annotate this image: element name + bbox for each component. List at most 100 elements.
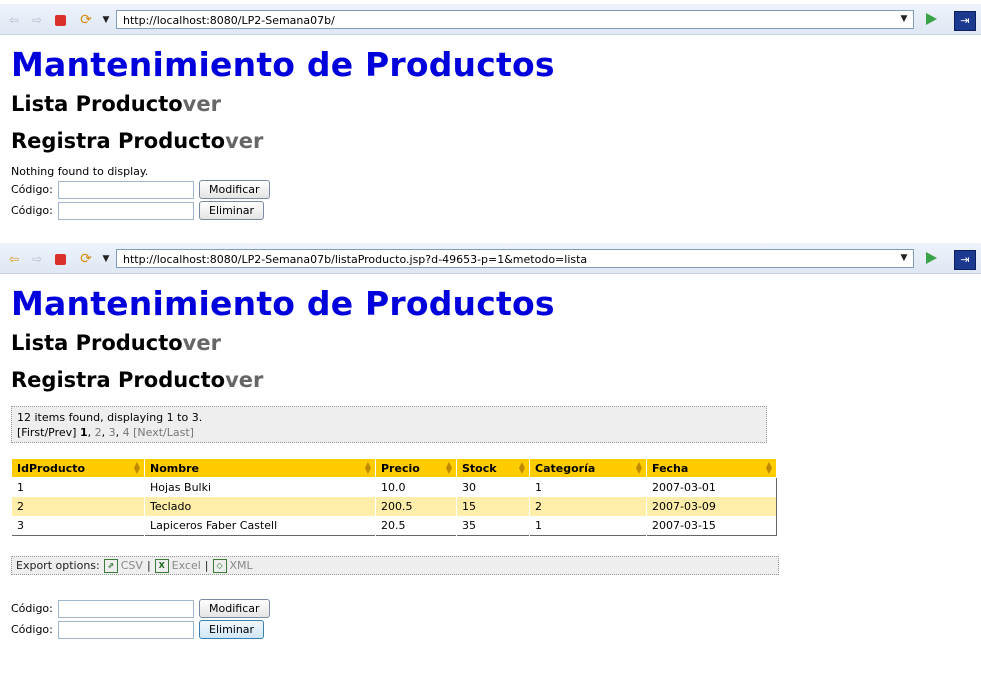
cell-fecha: 2007-03-09 xyxy=(646,497,777,516)
browser-toolbar: ⇦ ⇨ ⟳ ▼ http://localhost:8080/LP2-Semana… xyxy=(0,243,981,274)
codigo-input[interactable] xyxy=(58,180,194,199)
empty-message: Nothing found to display. xyxy=(11,165,149,178)
codigo-label: Código: xyxy=(11,183,53,196)
cell-nombre: Hojas Bulki xyxy=(144,477,376,497)
lista-producto-label: Lista Producto xyxy=(11,331,183,355)
cell-idproducto: 1 xyxy=(11,477,145,497)
table-row: 2 Teclado 200.5 15 2 2007-03-09 xyxy=(11,497,777,516)
forward-arrow-icon[interactable]: ⇨ xyxy=(30,252,44,266)
refresh-icon[interactable]: ⟳ xyxy=(79,13,93,27)
separator: | xyxy=(204,559,209,572)
page-link[interactable]: 4 xyxy=(123,426,130,439)
cell-fecha: 2007-03-15 xyxy=(646,516,777,536)
url-dropdown-icon[interactable]: ▼ xyxy=(897,252,911,265)
table-row: 1 Hojas Bulki 10.0 30 1 2007-03-01 xyxy=(11,477,777,497)
cell-categoria: 1 xyxy=(529,477,647,497)
eliminar-button[interactable]: Eliminar xyxy=(199,620,265,639)
modificar-button[interactable]: Modificar xyxy=(199,180,270,199)
csv-file-icon: ⇗ xyxy=(103,558,118,573)
chevron-down-icon[interactable]: ▼ xyxy=(99,252,113,266)
go-icon[interactable] xyxy=(926,252,937,264)
modificar-button[interactable]: Modificar xyxy=(199,599,270,618)
column-header[interactable]: Stock ▲ ▼ xyxy=(456,458,530,478)
column-header[interactable]: Precio ▲ ▼ xyxy=(375,458,457,478)
cell-precio: 200.5 xyxy=(375,497,457,516)
cell-categoria: 2 xyxy=(529,497,647,516)
codigo-input[interactable] xyxy=(58,620,194,639)
lista-ver-link[interactable]: ver xyxy=(183,331,221,355)
go-icon[interactable] xyxy=(926,13,937,25)
export-excel-link[interactable]: X Excel xyxy=(154,558,201,573)
productos-table: IdProducto ▲ ▼ Nombre ▲ ▼ Precio ▲ ▼ Stock ▲ ▼ C… xyxy=(11,458,777,536)
cell-idproducto: 3 xyxy=(11,516,145,536)
cell-stock: 35 xyxy=(456,516,530,536)
back-arrow-icon[interactable]: ⇦ xyxy=(7,252,21,266)
chevron-down-icon[interactable]: ▼ xyxy=(99,13,113,27)
export-xml-link[interactable]: ◇ XML xyxy=(212,558,253,573)
table-row: 3 Lapiceros Faber Castell 20.5 35 1 2007… xyxy=(11,516,777,536)
column-header-label: Fecha xyxy=(652,461,689,475)
xml-file-icon: ◇ xyxy=(212,558,227,573)
page-link[interactable]: 2 xyxy=(95,426,102,439)
cell-nombre: Lapiceros Faber Castell xyxy=(144,516,376,536)
browser-pane-2: ⇦ ⇨ ⟳ ▼ http://localhost:8080/LP2-Semana… xyxy=(0,243,981,640)
lista-ver-link[interactable]: ver xyxy=(183,92,221,116)
column-header-label: Stock xyxy=(462,461,497,475)
stop-icon[interactable] xyxy=(55,15,66,26)
eliminar-form: Código: Eliminar xyxy=(11,619,981,640)
column-header-label: Categoría xyxy=(535,461,596,475)
url-text: http://localhost:8080/LP2-Semana07b/ xyxy=(123,14,335,27)
browser-pane-1: ⇦ ⇨ ⟳ ▼ http://localhost:8080/LP2-Semana… xyxy=(0,4,981,221)
column-header-label: IdProducto xyxy=(17,461,86,475)
page-title: Mantenimiento de Productos xyxy=(11,284,555,323)
export-csv-link[interactable]: ⇗ CSV xyxy=(103,558,143,573)
cell-nombre: Teclado xyxy=(144,497,376,516)
eclipse-browser-icon[interactable]: ⇥ xyxy=(954,11,976,31)
registra-producto-heading: Registra Productover xyxy=(11,129,981,153)
page-link[interactable]: 3 xyxy=(109,426,116,439)
next-last-link[interactable]: [Next/Last] xyxy=(133,426,194,439)
cell-stock: 15 xyxy=(456,497,530,516)
sort-icon: ▲ ▼ xyxy=(445,460,452,475)
registra-producto-label: Registra Producto xyxy=(11,368,226,392)
export-label: Export options: xyxy=(16,559,100,572)
column-header[interactable]: Fecha ▲ ▼ xyxy=(646,458,777,478)
sort-icon: ▲ ▼ xyxy=(765,460,772,475)
codigo-input[interactable] xyxy=(58,599,194,618)
forward-arrow-icon[interactable]: ⇨ xyxy=(30,13,44,27)
page-title: Mantenimiento de Productos xyxy=(11,45,555,84)
url-input[interactable]: http://localhost:8080/LP2-Semana07b/ ▼ xyxy=(116,10,914,29)
sort-icon: ▲ ▼ xyxy=(364,460,371,475)
back-arrow-icon[interactable]: ⇦ xyxy=(7,13,21,27)
export-options: Export options: ⇗ CSV | X Excel | ◇ XML xyxy=(11,556,779,575)
column-header[interactable]: Categoría ▲ ▼ xyxy=(529,458,647,478)
cell-precio: 20.5 xyxy=(375,516,457,536)
codigo-label: Código: xyxy=(11,602,53,615)
eliminar-form: Código: Eliminar xyxy=(11,200,981,221)
table-header-row: IdProducto ▲ ▼ Nombre ▲ ▼ Precio ▲ ▼ Stock ▲ ▼ C… xyxy=(11,458,777,478)
column-header[interactable]: Nombre ▲ ▼ xyxy=(144,458,376,478)
url-input[interactable]: http://localhost:8080/LP2-Semana07b/list… xyxy=(116,249,914,268)
codigo-label: Código: xyxy=(11,623,53,636)
sort-icon: ▲ ▼ xyxy=(635,460,642,475)
column-header-label: Nombre xyxy=(150,461,199,475)
registra-ver-link[interactable]: ver xyxy=(225,368,263,392)
browser-toolbar: ⇦ ⇨ ⟳ ▼ http://localhost:8080/LP2-Semana… xyxy=(0,4,981,35)
sort-icon: ▲ ▼ xyxy=(518,460,525,475)
url-dropdown-icon[interactable]: ▼ xyxy=(897,13,911,26)
stop-icon[interactable] xyxy=(55,254,66,265)
cell-idproducto: 2 xyxy=(11,497,145,516)
codigo-label: Código: xyxy=(11,204,53,217)
codigo-input[interactable] xyxy=(58,201,194,220)
column-header[interactable]: IdProducto ▲ ▼ xyxy=(11,458,145,478)
eclipse-browser-icon[interactable]: ⇥ xyxy=(954,250,976,270)
pagination-banner: 12 items found, displaying 1 to 3. [Firs… xyxy=(11,406,767,443)
page-link-current: 1 xyxy=(79,426,88,439)
column-header-label: Precio xyxy=(381,461,420,475)
modificar-form: Código: Modificar xyxy=(11,179,981,200)
eliminar-button[interactable]: Eliminar xyxy=(199,201,265,220)
items-summary: 12 items found, displaying 1 to 3. xyxy=(17,411,203,424)
export-xml-label: XML xyxy=(229,559,253,572)
refresh-icon[interactable]: ⟳ xyxy=(79,252,93,266)
registra-ver-link[interactable]: ver xyxy=(225,129,263,153)
